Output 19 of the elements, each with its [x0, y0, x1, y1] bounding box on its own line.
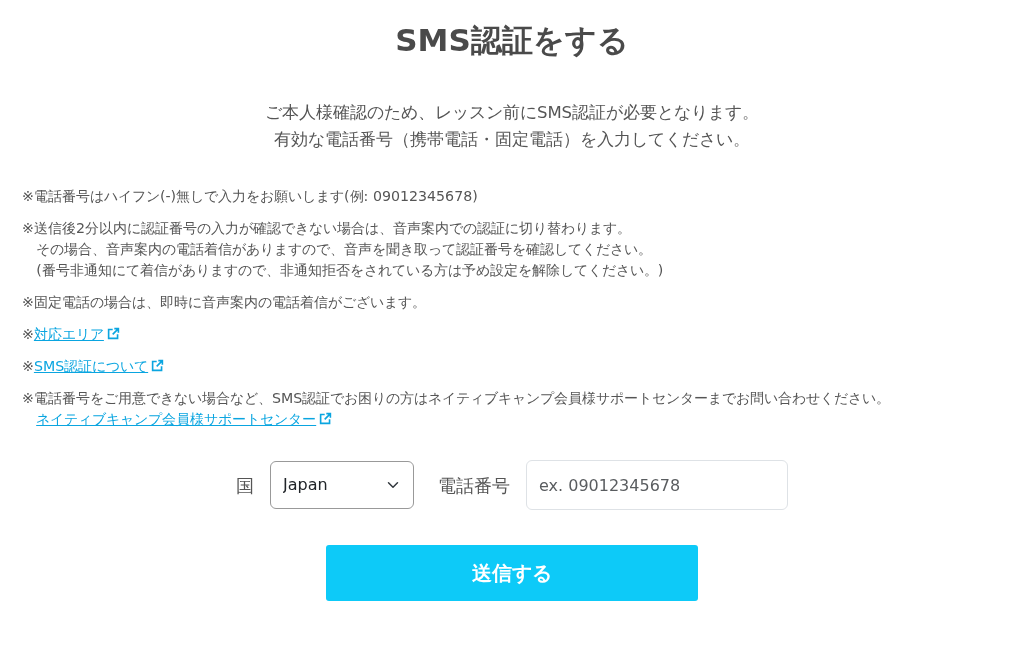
page-title: SMS認証をする: [394, 22, 630, 60]
intro-text: ご本人様確認のため、レッスン前にSMS認証が必要となります。 有効な電話番号（携帯電話・固定電話）を入力してください。: [263, 102, 761, 152]
note-text: ※送信後2分以内に認証番号の入力が確認できない場合は、音声案内での認証に切り替わります。 その場合、音声案内の電話着信がありますので、音声を聞き取って認証番号を確認してください。 (番号非通知にて着信がありますので、非通知拒否をされている方は予め設定を解除してください。): [22, 219, 664, 281]
note-mark: ※: [22, 326, 34, 343]
country-label: 国: [236, 473, 254, 498]
link-text[interactable]: 対応エリア: [33, 326, 104, 343]
country-select[interactable]: Japan: [270, 461, 414, 510]
external-link-icon: [151, 359, 165, 373]
submit-button[interactable]: 送信する: [326, 545, 698, 602]
link-text[interactable]: ネイティブキャンプ会員様サポートセンター: [36, 411, 317, 428]
note-text: ※固定電話の場合は、即時に音声案内の電話着信がございます。: [22, 293, 426, 313]
link-text[interactable]: SMS認証について: [33, 358, 149, 375]
note-text: ※電話番号はハイフン(-)無しで入力をお願いします(例: 09012345678): [22, 187, 478, 207]
phone-input[interactable]: ex. 09012345678: [526, 460, 788, 511]
note-text: ※電話番号をご用意できない場合など、SMS認証でお困りの方はネイティブキャンプ会員様サポートセンターまでお問い合わせください。: [22, 389, 891, 409]
external-link-icon: [106, 327, 120, 341]
external-link-icon: [319, 412, 333, 426]
phone-label: 電話番号: [438, 473, 510, 498]
note-mark: ※: [22, 358, 34, 375]
